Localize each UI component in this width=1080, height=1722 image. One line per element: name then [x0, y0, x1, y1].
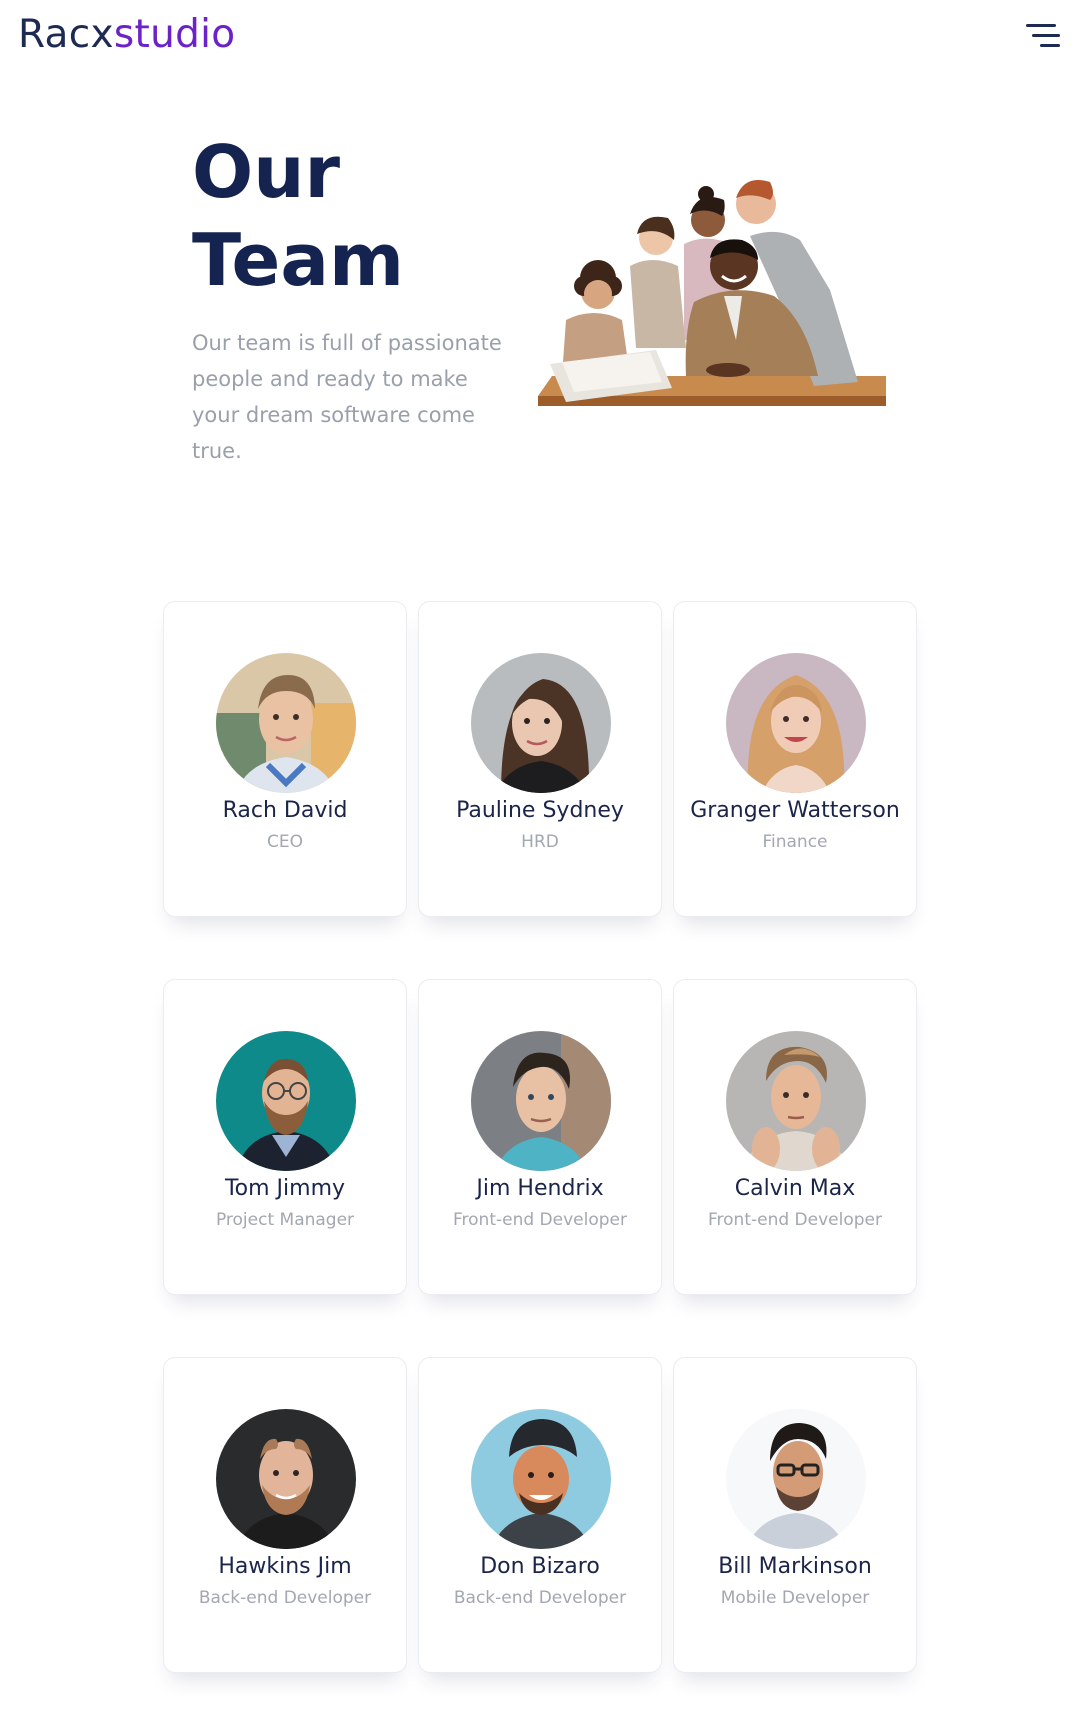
member-role: HRD: [521, 832, 559, 852]
team-group-photo: [538, 170, 886, 406]
avatar-photo: [471, 1031, 611, 1171]
hero-description: Our team is full of passionate people an…: [192, 331, 502, 463]
team-card[interactable]: Pauline Sydney HRD: [418, 601, 662, 917]
member-name: Hawkins Jim: [218, 1554, 352, 1579]
team-card[interactable]: Jim Hendrix Front-end Developer: [418, 979, 662, 1295]
member-name: Tom Jimmy: [224, 1176, 346, 1201]
team-card[interactable]: Hawkins Jim Back-end Developer: [163, 1357, 407, 1673]
member-name: Pauline Sydney: [456, 798, 624, 823]
member-name: Don Bizaro: [480, 1554, 600, 1579]
avatar-photo: [726, 1031, 866, 1171]
avatar-photo: [726, 653, 866, 793]
logo-text-racx: Racx: [18, 12, 114, 57]
team-card[interactable]: Calvin Max Front-end Developer: [673, 979, 917, 1295]
team-card[interactable]: Tom Jimmy Project Manager: [163, 979, 407, 1295]
member-role: CEO: [267, 832, 303, 852]
member-role: Project Manager: [215, 1210, 355, 1230]
page-title: Our Team: [192, 128, 552, 304]
avatar-photo: [216, 1031, 356, 1171]
member-role: Front-end Developer: [708, 1210, 882, 1230]
member-name: Granger Watterson: [690, 798, 900, 823]
team-card[interactable]: Rach David CEO: [163, 601, 407, 917]
member-name: Bill Markinson: [718, 1554, 872, 1579]
logo-text-studio: studio: [113, 12, 236, 57]
avatar-photo: [471, 1409, 611, 1549]
avatar-photo: [471, 653, 611, 793]
avatar-photo: [726, 1409, 866, 1549]
member-name: Calvin Max: [734, 1176, 856, 1201]
avatar-photo: [216, 653, 356, 793]
team-card[interactable]: Don Bizaro Back-end Developer: [418, 1357, 662, 1673]
page-title-line1: Our: [192, 130, 340, 214]
member-role: Finance: [762, 832, 828, 852]
member-role: Front-end Developer: [453, 1210, 627, 1230]
team-card[interactable]: Bill Markinson Mobile Developer: [673, 1357, 917, 1673]
site-header: Racxstudio: [0, 0, 1080, 80]
hamburger-menu-icon[interactable]: [1026, 20, 1062, 54]
team-card[interactable]: Granger Watterson Finance: [673, 601, 917, 917]
logo[interactable]: Racxstudio: [18, 12, 235, 57]
avatar-photo: [216, 1409, 356, 1549]
member-name: Rach David: [222, 798, 348, 823]
member-role: Mobile Developer: [720, 1588, 870, 1608]
page-title-line2: Team: [192, 218, 404, 302]
member-role: Back-end Developer: [198, 1588, 372, 1608]
member-role: Back-end Developer: [453, 1588, 627, 1608]
member-name: Jim Hendrix: [476, 1176, 604, 1201]
